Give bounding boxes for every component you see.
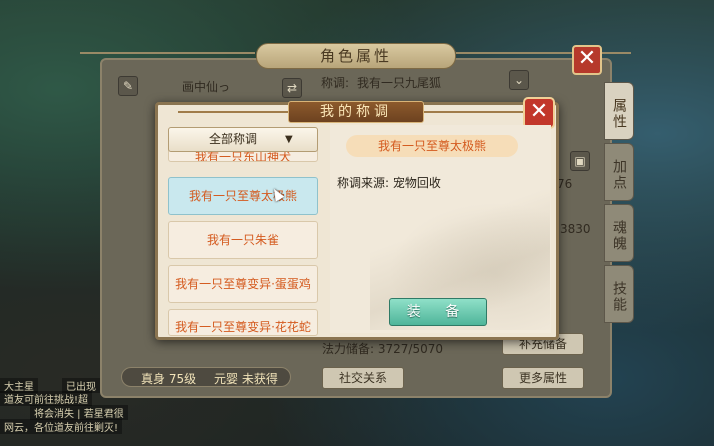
character-name: 画中仙っ <box>182 80 231 94</box>
title-flourish-right <box>456 52 631 60</box>
mana-reserve: 法力储备: 3727/5070 <box>322 342 443 356</box>
more-attributes-button[interactable]: 更多属性 <box>502 367 584 389</box>
swap-icon[interactable]: ⇄ <box>282 78 302 98</box>
filter-label: 全部称调 <box>209 132 258 146</box>
title-source: 称调来源: 宠物回收 <box>337 176 441 190</box>
chat-line: 道友可前往挑战!超 <box>0 391 93 406</box>
tab-points[interactable]: 加点 <box>604 143 634 201</box>
character-panel-close-button[interactable]: ✕ <box>572 45 602 75</box>
title-label: 称调: <box>321 76 350 90</box>
dialog-title: 我的称调 <box>288 101 424 123</box>
dialog-flourish-left <box>178 111 288 113</box>
title-list-item-selected[interactable]: 我有一只至尊太极熊 <box>168 177 318 215</box>
title-list-item[interactable]: 我有一只至尊变异·花花蛇 <box>168 309 318 336</box>
tab-attributes[interactable]: 属性 <box>604 82 634 140</box>
lock-icon[interactable]: ▣ <box>570 151 590 171</box>
chat-line: 网云，各位道友前往剿灭! <box>0 419 123 434</box>
chat-line: 将会消失 | 若星君很 <box>30 405 128 420</box>
character-panel-title: 角色属性 <box>256 43 456 69</box>
title-dropdown-chevron-icon[interactable]: ⌄ <box>509 70 529 90</box>
title-list-item[interactable]: 我有一只朱雀 <box>168 221 318 259</box>
tab-skills[interactable]: 技能 <box>604 265 634 323</box>
title-list-item[interactable]: 我有一只至尊变异·蛋蛋鸡 <box>168 265 318 303</box>
stat-value: 76 <box>557 177 573 191</box>
title-flourish-left <box>80 52 255 60</box>
yuanying-status: 元婴 未获得 <box>214 372 278 386</box>
title-filter-dropdown[interactable]: 全部称调 ▼ <box>168 127 318 152</box>
edit-name-icon[interactable]: ✎ <box>118 76 138 96</box>
stat-value: 3830 <box>560 222 591 236</box>
dropdown-arrow-icon: ▼ <box>285 134 293 145</box>
current-title: 我有一只九尾狐 <box>357 76 442 90</box>
realm-level: 真身 75级 <box>141 372 197 386</box>
equip-button[interactable]: 装 备 <box>389 298 487 326</box>
tab-soul[interactable]: 魂魄 <box>604 204 634 262</box>
social-button[interactable]: 社交关系 <box>322 367 404 389</box>
selected-title-badge: 我有一只至尊太极熊 <box>346 135 518 157</box>
dialog-flourish-right <box>424 111 534 113</box>
